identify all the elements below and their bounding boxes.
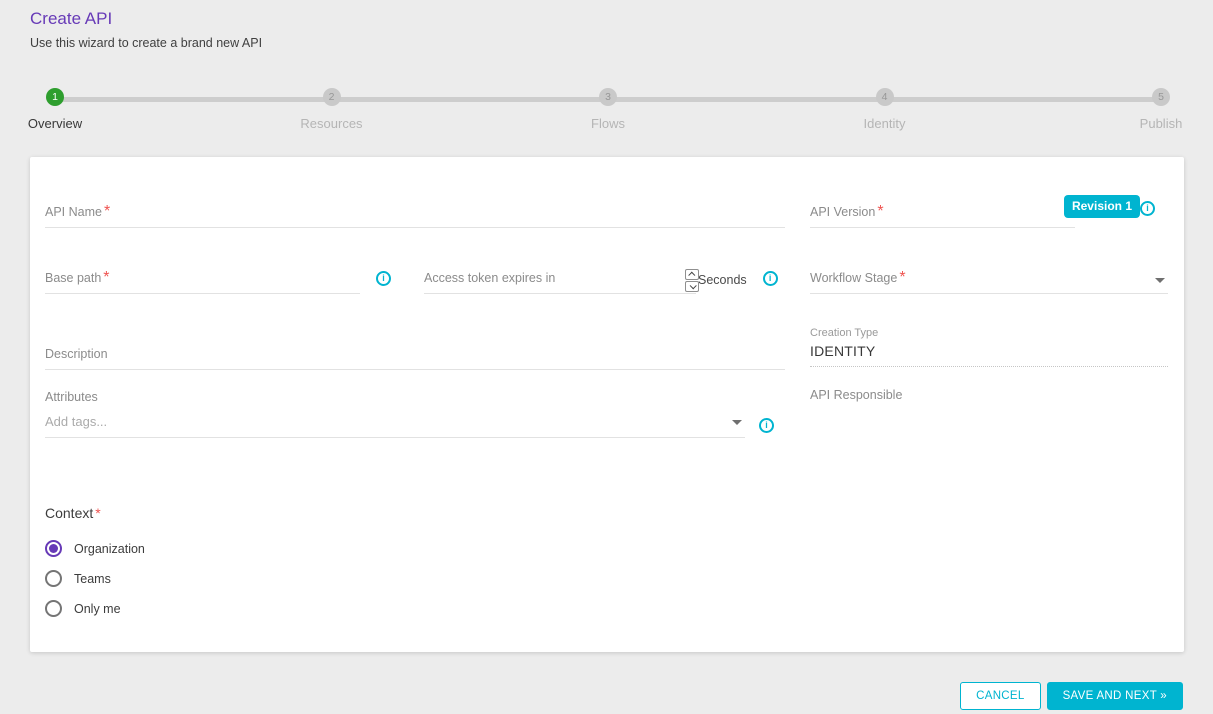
api-version-field[interactable]: API Version*: [810, 203, 1075, 228]
radio-button-icon[interactable]: [45, 600, 62, 617]
radio-organization-label: Organization: [74, 542, 145, 556]
attributes-tags-input[interactable]: Add tags...: [45, 413, 745, 438]
creation-type-label: Creation Type: [810, 327, 1168, 339]
workflow-stage-select[interactable]: Workflow Stage*: [810, 269, 1168, 294]
api-responsible-label: API Responsible: [810, 388, 1168, 402]
step-publish[interactable]: 5 Publish: [1086, 88, 1213, 131]
footer-actions: CANCEL SAVE AND NEXT »: [960, 682, 1183, 710]
form-right-column: API Version* Revision 1 Workflow Stage* …: [810, 157, 1168, 652]
step-flows[interactable]: 3 Flows: [533, 88, 683, 131]
attributes-dropdown-caret-icon[interactable]: [732, 420, 742, 425]
creation-type-value: IDENTITY: [810, 343, 1168, 359]
api-responsible-info-icon[interactable]: i: [1140, 201, 1155, 216]
radio-teams[interactable]: Teams: [45, 570, 785, 587]
step-label-resources: Resources: [257, 116, 407, 131]
creation-type-field: Creation Type IDENTITY: [810, 327, 1168, 367]
api-name-field[interactable]: API Name*: [45, 203, 785, 228]
chevron-up-icon: [688, 272, 695, 279]
access-token-label: Access token expires in: [424, 271, 555, 285]
radio-only-me[interactable]: Only me: [45, 600, 785, 617]
context-radio-group: Organization Teams Only me: [45, 540, 785, 617]
required-asterisk: *: [95, 505, 100, 521]
step-circle-4[interactable]: 4: [876, 88, 894, 106]
radio-only-me-label: Only me: [74, 602, 121, 616]
access-token-field[interactable]: Access token expires in: [424, 269, 696, 294]
create-api-form-card: API Name* Base path* i Access token expi…: [30, 157, 1184, 652]
chevron-down-icon: [689, 282, 696, 289]
page-title: Create API: [30, 9, 1213, 29]
required-asterisk: *: [104, 203, 110, 220]
context-title: Context*: [45, 505, 785, 521]
radio-organization[interactable]: Organization: [45, 540, 785, 557]
api-version-label: API Version: [810, 205, 875, 219]
api-responsible-block[interactable]: API Responsible i: [810, 388, 1168, 402]
wizard-stepper: 1 Overview 2 Resources 3 Flows 4 Identit…: [30, 81, 1183, 125]
step-overview[interactable]: 1 Overview: [0, 88, 130, 131]
seconds-unit-label: Seconds: [698, 273, 747, 287]
radio-dot: [49, 604, 58, 613]
page-subtitle: Use this wizard to create a brand new AP…: [30, 36, 1213, 50]
step-label-overview: Overview: [0, 116, 130, 131]
number-spinner: [685, 269, 699, 292]
base-path-label: Base path: [45, 271, 101, 285]
cancel-button[interactable]: CANCEL: [960, 682, 1040, 710]
step-circle-1[interactable]: 1: [46, 88, 64, 106]
description-label: Description: [45, 347, 108, 361]
required-asterisk: *: [877, 203, 883, 220]
base-path-field[interactable]: Base path*: [45, 269, 360, 294]
radio-button-icon[interactable]: [45, 570, 62, 587]
required-asterisk: *: [899, 269, 905, 286]
radio-dot: [49, 544, 58, 553]
form-row-2: Base path* i Access token expires in Sec…: [45, 228, 785, 294]
access-token-info-icon[interactable]: i: [763, 271, 778, 286]
description-field[interactable]: Description: [45, 345, 785, 370]
form-row-1-right: API Version* Revision 1: [810, 157, 1168, 228]
attributes-row: Add tags... i: [45, 404, 785, 438]
radio-button-icon[interactable]: [45, 540, 62, 557]
step-label-flows: Flows: [533, 116, 683, 131]
step-label-identity: Identity: [810, 116, 960, 131]
spinner-down-button[interactable]: [685, 281, 699, 292]
save-and-next-button[interactable]: SAVE AND NEXT »: [1047, 682, 1183, 710]
attributes-label: Attributes: [45, 390, 785, 404]
revision-badge: Revision 1: [1064, 195, 1140, 218]
base-path-info-icon[interactable]: i: [376, 271, 391, 286]
page-header: Create API Use this wizard to create a b…: [0, 0, 1213, 50]
step-circle-3[interactable]: 3: [599, 88, 617, 106]
attributes-info-icon[interactable]: i: [759, 418, 774, 433]
api-name-label: API Name: [45, 205, 102, 219]
step-circle-5[interactable]: 5: [1152, 88, 1170, 106]
required-asterisk: *: [103, 269, 109, 286]
context-label: Context: [45, 505, 93, 521]
attributes-block: Attributes Add tags... i: [45, 390, 785, 438]
form-left-column: API Name* Base path* i Access token expi…: [45, 157, 785, 652]
attributes-placeholder: Add tags...: [45, 414, 107, 429]
context-block: Context* Organization Teams Only me: [45, 505, 785, 617]
workflow-stage-label: Workflow Stage: [810, 271, 897, 285]
radio-dot: [49, 574, 58, 583]
radio-teams-label: Teams: [74, 572, 111, 586]
workflow-stage-caret-icon[interactable]: [1155, 278, 1165, 283]
step-resources[interactable]: 2 Resources: [257, 88, 407, 131]
step-label-publish: Publish: [1086, 116, 1213, 131]
step-circle-2[interactable]: 2: [323, 88, 341, 106]
step-identity[interactable]: 4 Identity: [810, 88, 960, 131]
spinner-up-button[interactable]: [685, 269, 699, 280]
